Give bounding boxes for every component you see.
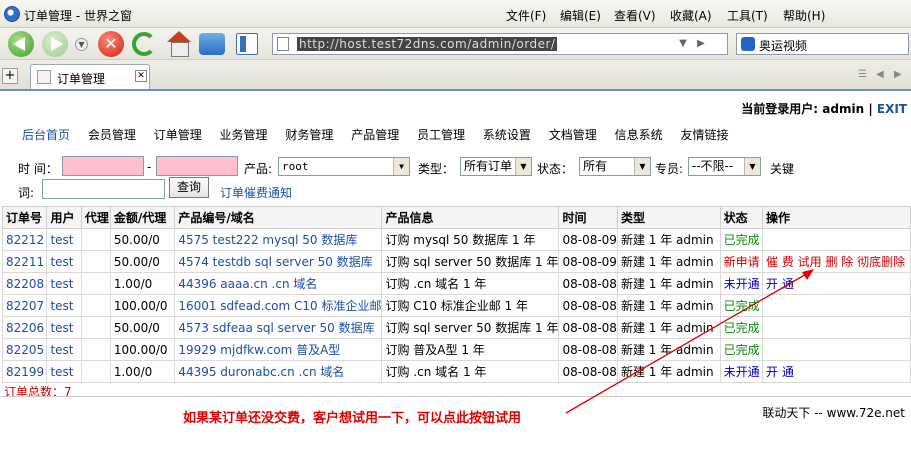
annotation-text: 如果某订单还没交费，客户想试用一下，可以点此按钮试用 xyxy=(183,411,522,426)
annotation-arrow xyxy=(565,269,814,414)
